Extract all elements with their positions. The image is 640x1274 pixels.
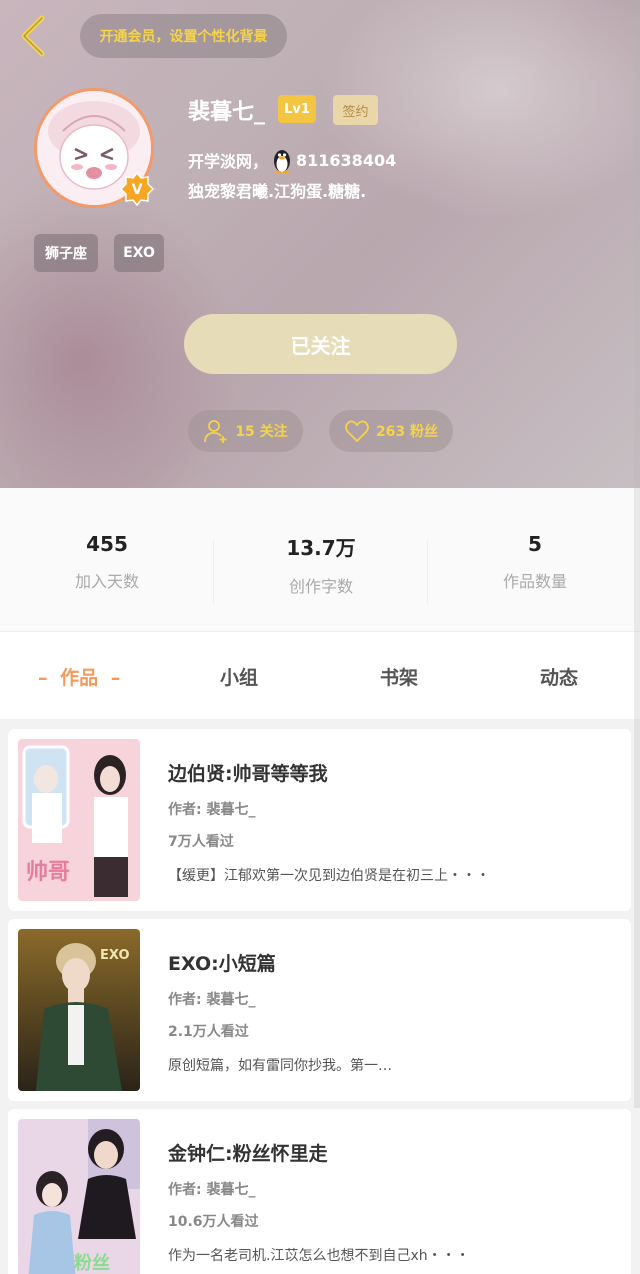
book-cover: EXO bbox=[18, 929, 140, 1091]
tag-zodiac[interactable]: 狮子座 bbox=[34, 234, 98, 272]
tab-group[interactable]: 小组 bbox=[220, 663, 258, 690]
following-count: 15 关注 bbox=[235, 424, 288, 440]
username: 裴暮七_ bbox=[188, 100, 266, 125]
book-views: 2.1万人看过 bbox=[168, 1024, 249, 1040]
user-add-icon bbox=[204, 420, 227, 443]
stat-value: 13.7万 bbox=[286, 536, 356, 560]
profile-header: 开通会员，设置个性化背景 V 裴暮七_ Lv1 签约 开学淡网， 8116384… bbox=[0, 0, 640, 488]
level-badge: Lv1 bbox=[278, 95, 316, 123]
tag-group[interactable]: EXO bbox=[114, 234, 164, 272]
book-title[interactable]: EXO:小短篇 bbox=[168, 949, 276, 976]
bio-line-2: 独宠黎君曦.江狗蛋.糖糖. bbox=[188, 182, 367, 201]
qq-number: 811638404 bbox=[296, 150, 397, 170]
stat-value: 5 bbox=[528, 532, 542, 556]
fans-count: 263 粉丝 bbox=[375, 424, 439, 440]
tab-activity[interactable]: 动态 bbox=[540, 663, 578, 690]
stat-word-count: 13.7万 创作字数 bbox=[214, 532, 428, 597]
back-button[interactable] bbox=[14, 12, 54, 60]
book-views: 7万人看过 bbox=[168, 834, 234, 850]
book-cover: 帅哥 bbox=[18, 739, 140, 901]
tab-bookshelf[interactable]: 书架 bbox=[380, 663, 418, 690]
followed-button[interactable]: 已关注 bbox=[184, 314, 457, 374]
book-views: 10.6万人看过 bbox=[168, 1214, 259, 1230]
scrollbar[interactable] bbox=[634, 0, 640, 1108]
heart-icon bbox=[345, 420, 369, 443]
stat-label: 作品数量 bbox=[502, 572, 567, 591]
vip-badge-icon: V bbox=[119, 171, 155, 207]
stat-works-count: 5 作品数量 bbox=[428, 532, 640, 592]
stat-join-days: 455 加入天数 bbox=[0, 532, 214, 592]
tab-dash-right: – bbox=[110, 667, 121, 689]
tab-dash-left: – bbox=[38, 667, 48, 689]
book-description: 作为一名老司机.江苡怎么也想不到自己xh・・・ bbox=[168, 1248, 470, 1264]
svg-text:粉丝: 粉丝 bbox=[74, 1252, 110, 1274]
tab-label: 作品 bbox=[60, 667, 99, 689]
book-author: 作者: 裴暮七_ bbox=[168, 992, 256, 1008]
bio-line-1: 开学淡网， 811638404 bbox=[188, 147, 396, 173]
svg-text:V: V bbox=[132, 182, 143, 198]
book-description: 【缓更】江郁欢第一次见到边伯贤是在初三上・・・ bbox=[168, 868, 490, 884]
book-title[interactable]: 边伯贤:帅哥等等我 bbox=[168, 759, 328, 786]
stat-label: 加入天数 bbox=[74, 572, 139, 591]
book-author: 作者: 裴暮七_ bbox=[168, 802, 256, 818]
tab-bar: – 作品 – 小组 书架 动态 bbox=[0, 633, 640, 719]
book-author: 作者: 裴暮七_ bbox=[168, 1182, 256, 1198]
chevron-left-icon bbox=[21, 15, 45, 57]
list-item[interactable]: EXO EXO:小短篇 作者: 裴暮七_ 2.1万人看过 原创短篇，如有雷同你抄… bbox=[8, 919, 631, 1101]
book-title[interactable]: 金钟仁:粉丝怀里走 bbox=[168, 1139, 328, 1166]
svg-text:EXO: EXO bbox=[100, 948, 130, 963]
tab-works[interactable]: – 作品 – bbox=[38, 663, 120, 690]
svg-text:帅哥: 帅哥 bbox=[26, 860, 70, 885]
list-item[interactable]: 帅哥 边伯贤:帅哥等等我 作者: 裴暮七_ 7万人看过 【缓更】江郁欢第一次见到… bbox=[8, 729, 631, 911]
stat-label: 创作字数 bbox=[288, 577, 353, 596]
set-background-button[interactable]: 开通会员，设置个性化背景 bbox=[80, 14, 287, 58]
qq-penguin-icon bbox=[274, 150, 291, 173]
book-description: 原创短篇，如有雷同你抄我。第一… bbox=[168, 1058, 392, 1074]
fans-pill[interactable]: 263 粉丝 bbox=[329, 410, 453, 452]
following-pill[interactable]: 15 关注 bbox=[188, 410, 303, 452]
works-list: 帅哥 边伯贤:帅哥等等我 作者: 裴暮七_ 7万人看过 【缓更】江郁欢第一次见到… bbox=[0, 719, 640, 1274]
bio-line-1-text: 开学淡网， bbox=[188, 152, 269, 171]
stats-bar: 455 加入天数 13.7万 创作字数 5 作品数量 bbox=[0, 488, 640, 632]
signed-badge: 签约 bbox=[333, 95, 378, 125]
stat-value: 455 bbox=[86, 532, 128, 556]
list-item[interactable]: 粉丝 金钟仁:粉丝怀里走 作者: 裴暮七_ 10.6万人看过 作为一名老司机.江… bbox=[8, 1109, 631, 1274]
book-cover: 粉丝 bbox=[18, 1119, 140, 1274]
